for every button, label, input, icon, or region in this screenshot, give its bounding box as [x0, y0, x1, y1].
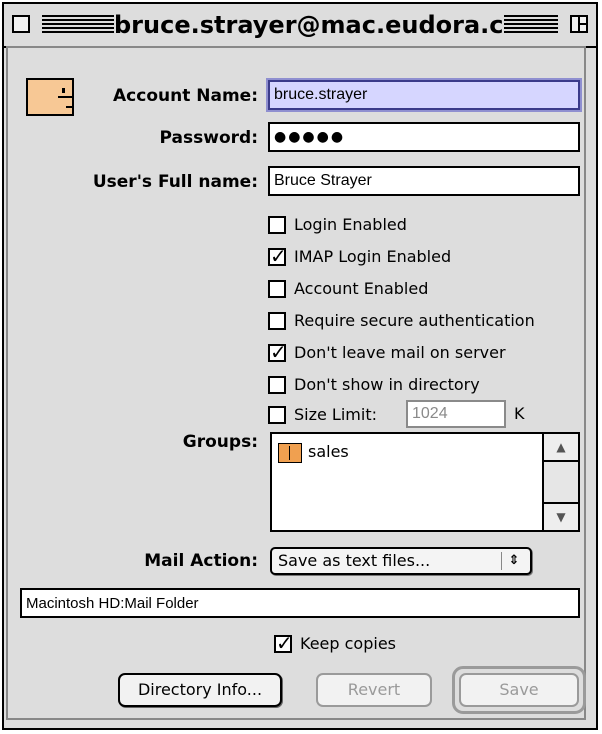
keep-copies-option[interactable]: Keep copies: [274, 631, 396, 657]
login-enabled-option[interactable]: Login Enabled: [268, 214, 407, 238]
full-name-label: User's Full name:: [92, 172, 258, 192]
window-title: bruce.strayer@mac.eudora.com: [114, 4, 545, 46]
login-enabled-checkbox[interactable]: [268, 215, 286, 234]
password-label: Password:: [159, 128, 258, 148]
group-icon: [278, 442, 302, 463]
option-label: Don't show in directory: [294, 375, 480, 394]
size-limit-field[interactable]: [406, 400, 506, 428]
imap-login-checkbox[interactable]: [268, 244, 287, 268]
mail-action-label: Mail Action:: [144, 551, 258, 571]
zoom-box-icon[interactable]: [570, 15, 588, 33]
face-icon: [26, 78, 74, 116]
mail-action-value: Save as text files...: [278, 551, 431, 570]
option-label: Account Enabled: [294, 279, 429, 298]
secure-auth-option[interactable]: Require secure authentication: [268, 310, 535, 334]
full-name-field[interactable]: [268, 166, 580, 196]
revert-button[interactable]: Revert: [316, 673, 432, 707]
title-bar[interactable]: bruce.strayer@mac.eudora.com: [4, 4, 596, 48]
account-name-field[interactable]: [268, 80, 580, 110]
directory-info-button[interactable]: Directory Info...: [118, 673, 282, 707]
option-label: Login Enabled: [294, 215, 407, 234]
size-limit-unit: K: [514, 404, 525, 423]
option-label: Require secure authentication: [294, 311, 535, 330]
size-limit-option[interactable]: Size Limit:: [268, 404, 377, 428]
close-box-icon[interactable]: [12, 15, 30, 33]
account-name-label: Account Name:: [113, 86, 258, 106]
leave-mail-option[interactable]: Don't leave mail on server: [268, 340, 506, 366]
groups-label: Groups:: [182, 432, 258, 452]
account-enabled-checkbox[interactable]: [268, 279, 286, 298]
show-directory-checkbox[interactable]: [268, 375, 286, 394]
group-item[interactable]: sales: [278, 442, 349, 463]
keep-copies-label: Keep copies: [300, 634, 396, 653]
size-limit-label: Size Limit:: [294, 405, 377, 424]
groups-list[interactable]: sales ▲ ▼: [270, 432, 580, 532]
scroll-down-icon[interactable]: ▼: [544, 502, 578, 530]
account-enabled-option[interactable]: Account Enabled: [268, 278, 428, 302]
popup-arrows-icon: ⇕: [501, 552, 526, 570]
leave-mail-checkbox[interactable]: [268, 340, 287, 364]
group-item-label: sales: [308, 442, 349, 461]
keep-copies-checkbox[interactable]: [274, 631, 293, 655]
password-field[interactable]: ●●●●●: [268, 122, 580, 152]
scroll-up-icon[interactable]: ▲: [544, 434, 578, 462]
mail-folder-field[interactable]: [20, 588, 580, 618]
save-button[interactable]: Save: [459, 673, 579, 707]
mail-action-popup[interactable]: Save as text files... ⇕: [270, 547, 532, 575]
size-limit-checkbox[interactable]: [268, 405, 286, 424]
option-label: Don't leave mail on server: [294, 343, 506, 362]
secure-auth-checkbox[interactable]: [268, 311, 286, 330]
groups-scrollbar[interactable]: ▲ ▼: [542, 434, 578, 530]
title-stripes-right: [504, 15, 558, 35]
show-directory-option[interactable]: Don't show in directory: [268, 374, 480, 398]
imap-login-enabled-option[interactable]: IMAP Login Enabled: [268, 244, 452, 270]
title-stripes-left: [42, 15, 114, 35]
option-label: IMAP Login Enabled: [294, 247, 452, 266]
